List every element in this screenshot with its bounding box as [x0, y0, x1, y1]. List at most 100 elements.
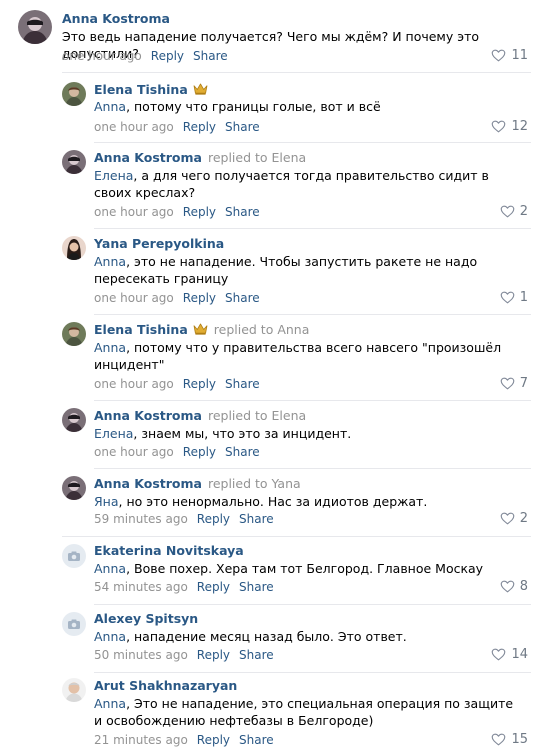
like-button[interactable]: 11	[491, 48, 528, 63]
reply-link[interactable]: Reply	[183, 205, 216, 219]
reply-link[interactable]: Reply	[197, 733, 230, 747]
avatar[interactable]	[62, 612, 86, 636]
like-button[interactable]: 15	[491, 732, 528, 747]
replied-to[interactable]: replied to Anna	[214, 322, 310, 337]
comment-time[interactable]: one hour ago	[94, 377, 174, 391]
comment-meta: one hour ago Reply Share	[94, 377, 260, 391]
reply-link[interactable]: Reply	[183, 445, 216, 459]
like-count: 15	[511, 732, 528, 747]
avatar[interactable]	[62, 678, 86, 702]
avatar[interactable]	[62, 150, 86, 174]
avatar[interactable]	[62, 544, 86, 568]
comment-time[interactable]: one hour ago	[62, 49, 142, 63]
comment-meta: one hour ago Reply Share	[94, 291, 260, 305]
share-link[interactable]: Share	[239, 648, 274, 662]
comment-author[interactable]: Anna Kostroma	[62, 11, 170, 26]
comment-author[interactable]: Elena Tishina replied to Anna	[94, 322, 309, 337]
share-link[interactable]: Share	[225, 120, 260, 134]
comment-meta: one hour ago Reply Share	[94, 205, 260, 219]
like-count: 8	[519, 579, 528, 594]
addressee-link[interactable]: Яна	[94, 494, 119, 509]
comment-text: Яна, но это ненормально. Нас за идиотов …	[94, 494, 428, 509]
avatar[interactable]	[62, 236, 86, 260]
comment-author[interactable]: Ekaterina Novitskaya	[94, 543, 244, 558]
comment-author[interactable]: Anna Kostroma replied to Elena	[94, 150, 306, 165]
heart-icon	[491, 732, 506, 747]
addressee-link[interactable]: Anna	[94, 99, 126, 114]
heart-icon	[500, 579, 515, 594]
replied-to[interactable]: replied to Elena	[208, 408, 306, 423]
reply-link[interactable]: Reply	[197, 648, 230, 662]
addressee-link[interactable]: Елена	[94, 426, 133, 441]
reply-link[interactable]: Reply	[183, 291, 216, 305]
reply-link[interactable]: Reply	[183, 120, 216, 134]
addressee-link[interactable]: Anna	[94, 629, 126, 644]
reply-link[interactable]: Reply	[151, 49, 184, 63]
comment-reply: Arut Shakhnazaryan Anna, Это не нападени…	[0, 672, 549, 755]
addressee-link[interactable]: Anna	[94, 340, 126, 355]
avatar[interactable]	[18, 10, 52, 44]
comment-author[interactable]: Arut Shakhnazaryan	[94, 678, 237, 693]
like-button[interactable]: 1	[500, 290, 528, 305]
comment-reply: Alexey Spitsyn Anna, нападение месяц наз…	[0, 604, 549, 672]
heart-icon	[500, 511, 515, 526]
like-button[interactable]: 2	[500, 204, 528, 219]
comment-time[interactable]: one hour ago	[94, 120, 174, 134]
avatar[interactable]	[62, 82, 86, 106]
heart-icon	[500, 376, 515, 391]
comment-text: Елена, знаем мы, что это за инцидент.	[94, 426, 352, 441]
comment-meta: 21 minutes ago Reply Share	[94, 733, 274, 747]
like-count: 7	[519, 376, 528, 391]
comment-text: Anna, потому что границы голые, вот и вс…	[94, 99, 381, 114]
comment-author[interactable]: Anna Kostroma replied to Elena	[94, 408, 306, 423]
addressee-link[interactable]: Anna	[94, 696, 126, 711]
comment-author[interactable]: Alexey Spitsyn	[94, 611, 198, 626]
comment-time[interactable]: 54 minutes ago	[94, 580, 188, 594]
share-link[interactable]: Share	[225, 445, 260, 459]
like-count: 2	[519, 204, 528, 219]
comment-reply: Anna Kostroma replied to Elena Елена, зна…	[0, 400, 549, 468]
share-link[interactable]: Share	[225, 377, 260, 391]
comment-author[interactable]: Yana Perepyolkina	[94, 236, 224, 251]
comment-time[interactable]: 50 minutes ago	[94, 648, 188, 662]
comment-time[interactable]: one hour ago	[94, 205, 174, 219]
like-button[interactable]: 7	[500, 376, 528, 391]
like-count: 11	[511, 48, 528, 63]
comment: Anna Kostroma Это ведь нападение получае…	[0, 0, 549, 72]
avatar[interactable]	[62, 322, 86, 346]
addressee-link[interactable]: Елена	[94, 168, 133, 183]
comment-author[interactable]: Anna Kostroma replied to Yana	[94, 476, 301, 491]
addressee-link[interactable]: Anna	[94, 254, 126, 269]
addressee-link[interactable]: Anna	[94, 561, 126, 576]
comment-reply: Ekaterina Novitskaya Anna, Вове похер. Х…	[0, 536, 549, 604]
comment-time[interactable]: one hour ago	[94, 291, 174, 305]
comment-text: Anna, нападение месяц назад было. Это от…	[94, 629, 407, 644]
crown-icon	[193, 323, 208, 335]
like-button[interactable]: 12	[491, 119, 528, 134]
comment-meta: one hour ago Reply Share	[62, 49, 228, 63]
comment-text: Anna, это не нападение. Чтобы запустить …	[94, 254, 478, 286]
reply-link[interactable]: Reply	[197, 580, 230, 594]
share-link[interactable]: Share	[225, 291, 260, 305]
comment-author[interactable]: Elena Tishina	[94, 82, 208, 97]
comment-time[interactable]: 21 minutes ago	[94, 733, 188, 747]
comment-time[interactable]: 59 minutes ago	[94, 512, 188, 526]
share-link[interactable]: Share	[239, 733, 274, 747]
avatar[interactable]	[62, 476, 86, 500]
like-button[interactable]: 8	[500, 579, 528, 594]
replied-to[interactable]: replied to Elena	[208, 150, 306, 165]
share-link[interactable]: Share	[225, 205, 260, 219]
share-link[interactable]: Share	[193, 49, 228, 63]
share-link[interactable]: Share	[239, 580, 274, 594]
share-link[interactable]: Share	[239, 512, 274, 526]
like-button[interactable]: 14	[491, 647, 528, 662]
comment-time[interactable]: one hour ago	[94, 445, 174, 459]
like-button[interactable]: 2	[500, 511, 528, 526]
camera-placeholder-icon	[62, 544, 86, 568]
avatar[interactable]	[62, 408, 86, 432]
reply-link[interactable]: Reply	[183, 377, 216, 391]
replied-to[interactable]: replied to Yana	[208, 476, 301, 491]
comment-text: Елена, а для чего получается тогда прави…	[94, 168, 489, 200]
comment-reply: Elena Tishina Anna, потому что границы г…	[0, 72, 549, 142]
reply-link[interactable]: Reply	[197, 512, 230, 526]
